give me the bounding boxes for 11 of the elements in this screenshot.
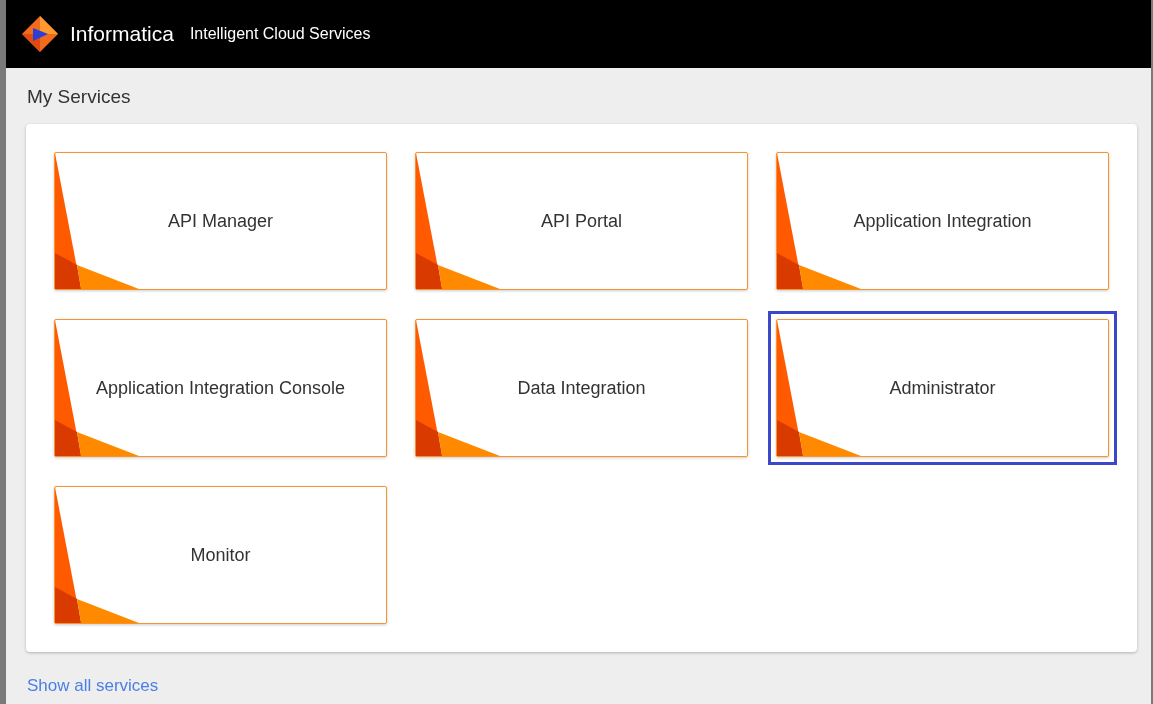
service-tile[interactable]: API Portal <box>415 152 748 290</box>
service-tile[interactable]: Data Integration <box>415 319 748 457</box>
service-tile[interactable]: Application Integration <box>776 152 1109 290</box>
brand-name: Informatica <box>70 22 174 46</box>
product-name: Intelligent Cloud Services <box>189 25 371 43</box>
section-title: My Services <box>26 85 132 106</box>
service-tile[interactable]: Application Integration Console <box>54 319 387 457</box>
logo-icon <box>20 14 60 54</box>
service-tile[interactable]: Monitor <box>54 486 387 624</box>
service-tile[interactable]: Administrator <box>776 319 1109 457</box>
service-tile[interactable]: API Manager <box>54 152 387 290</box>
